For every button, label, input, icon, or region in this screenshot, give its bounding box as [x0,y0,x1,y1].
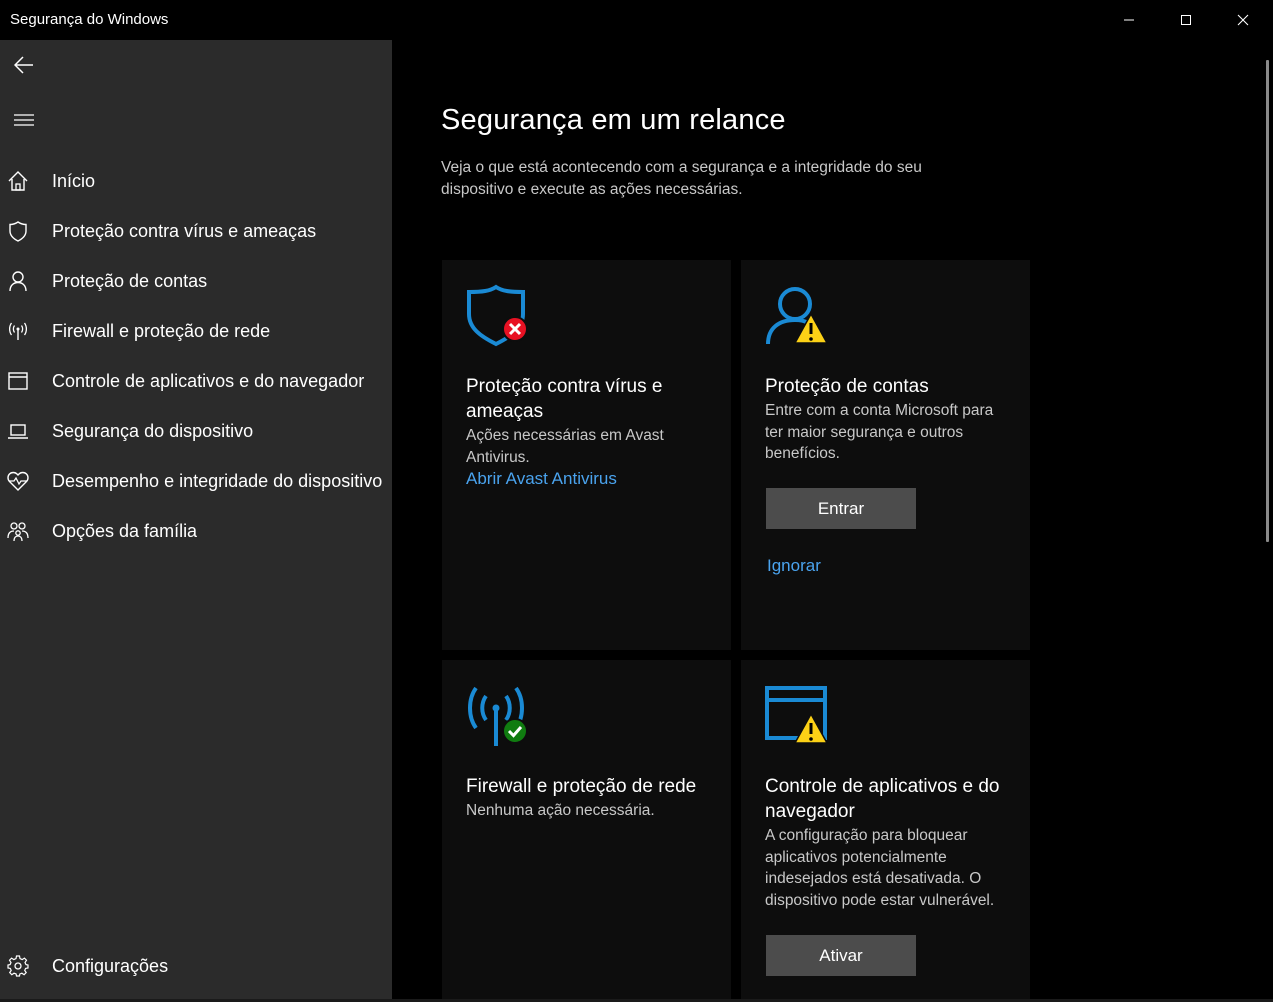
sidebar-item-label: Segurança do dispositivo [52,420,254,441]
shield-icon [6,219,30,243]
antenna-icon [6,319,30,343]
sidebar-item-settings[interactable]: Configurações [0,941,392,991]
browser-window-icon [6,369,30,393]
antenna-ok-icon [466,684,532,750]
sign-in-button[interactable]: Entrar [766,488,916,529]
close-button[interactable] [1215,0,1271,40]
minimize-icon [1124,19,1134,21]
card-virus-protection[interactable]: Proteção contra vírus e ameaças Ações ne… [442,260,731,650]
browser-warning-icon [765,684,831,750]
laptop-icon [6,419,30,443]
shield-error-icon [466,284,532,350]
heart-pulse-icon [6,469,30,493]
card-title: Proteção de contas [765,376,929,397]
close-icon [1237,14,1249,26]
back-arrow-icon [14,56,33,74]
open-avast-link[interactable]: Abrir Avast Antivirus [466,469,617,489]
sidebar-item-app-browser-control[interactable]: Controle de aplicativos e do navegador [0,356,392,406]
maximize-icon [1181,15,1191,25]
card-text: Nenhuma ação necessária. [466,802,655,819]
family-icon [6,519,30,543]
sidebar-item-inicio[interactable]: Início [0,156,392,206]
page-description: Veja o que está acontecendo com a segura… [441,159,922,198]
title-bar: Segurança do Windows [0,0,1273,40]
sidebar-item-label: Controle de aplicativos e do navegador [52,370,365,391]
sidebar-item-label: Desempenho e integridade do dispositivo [52,470,383,491]
card-account-protection[interactable]: Proteção de contas Entre com a conta Mic… [741,260,1030,650]
minimize-button[interactable] [1101,0,1157,40]
card-title: Controle de aplicativos e do navegador [765,776,1000,822]
window-title: Segurança do Windows [10,11,169,28]
activate-button[interactable]: Ativar [766,935,916,976]
main-content: Segurança em um relance Veja o que está … [392,40,1273,1002]
ignore-link[interactable]: Ignorar [767,556,821,576]
page-title: Segurança em um relance [441,104,786,136]
sidebar-item-firewall[interactable]: Firewall e proteção de rede [0,306,392,356]
sidebar-item-virus-protection[interactable]: Proteção contra vírus e ameaças [0,206,392,256]
sidebar: Início Proteção contra vírus e ameaças P… [0,40,392,1002]
back-button[interactable] [0,45,48,85]
person-icon [6,269,30,293]
home-icon [6,169,30,193]
card-text: Ações necessárias em Avast Antivirus. [466,427,664,466]
sidebar-item-label: Início [52,170,96,191]
sidebar-item-label: Opções da família [52,520,198,541]
card-title: Firewall e proteção de rede [466,776,697,797]
hamburger-menu-button[interactable] [0,100,48,140]
sidebar-item-account-protection[interactable]: Proteção de contas [0,256,392,306]
sidebar-item-label: Firewall e proteção de rede [52,320,271,341]
card-firewall[interactable]: Firewall e proteção de rede Nenhuma ação… [442,660,731,1002]
scrollbar[interactable] [1266,60,1269,542]
card-app-browser-control[interactable]: Controle de aplicativos e do navegador A… [741,660,1030,1002]
sidebar-item-device-security[interactable]: Segurança do dispositivo [0,406,392,456]
sidebar-item-label: Proteção de contas [52,270,208,291]
sidebar-item-family-options[interactable]: Opções da família [0,506,392,556]
card-text: Entre com a conta Microsoft para ter mai… [765,402,994,462]
maximize-button[interactable] [1158,0,1214,40]
person-warning-icon [765,284,831,350]
hamburger-icon [14,114,34,126]
sidebar-item-label: Proteção contra vírus e ameaças [52,220,317,241]
card-title: Proteção contra vírus e ameaças [466,376,663,422]
card-text: A configuração para bloquear aplicativos… [765,827,995,909]
gear-icon [6,954,30,978]
sidebar-item-label: Configurações [52,955,169,976]
sidebar-item-device-performance[interactable]: Desempenho e integridade do dispositivo [0,456,392,506]
